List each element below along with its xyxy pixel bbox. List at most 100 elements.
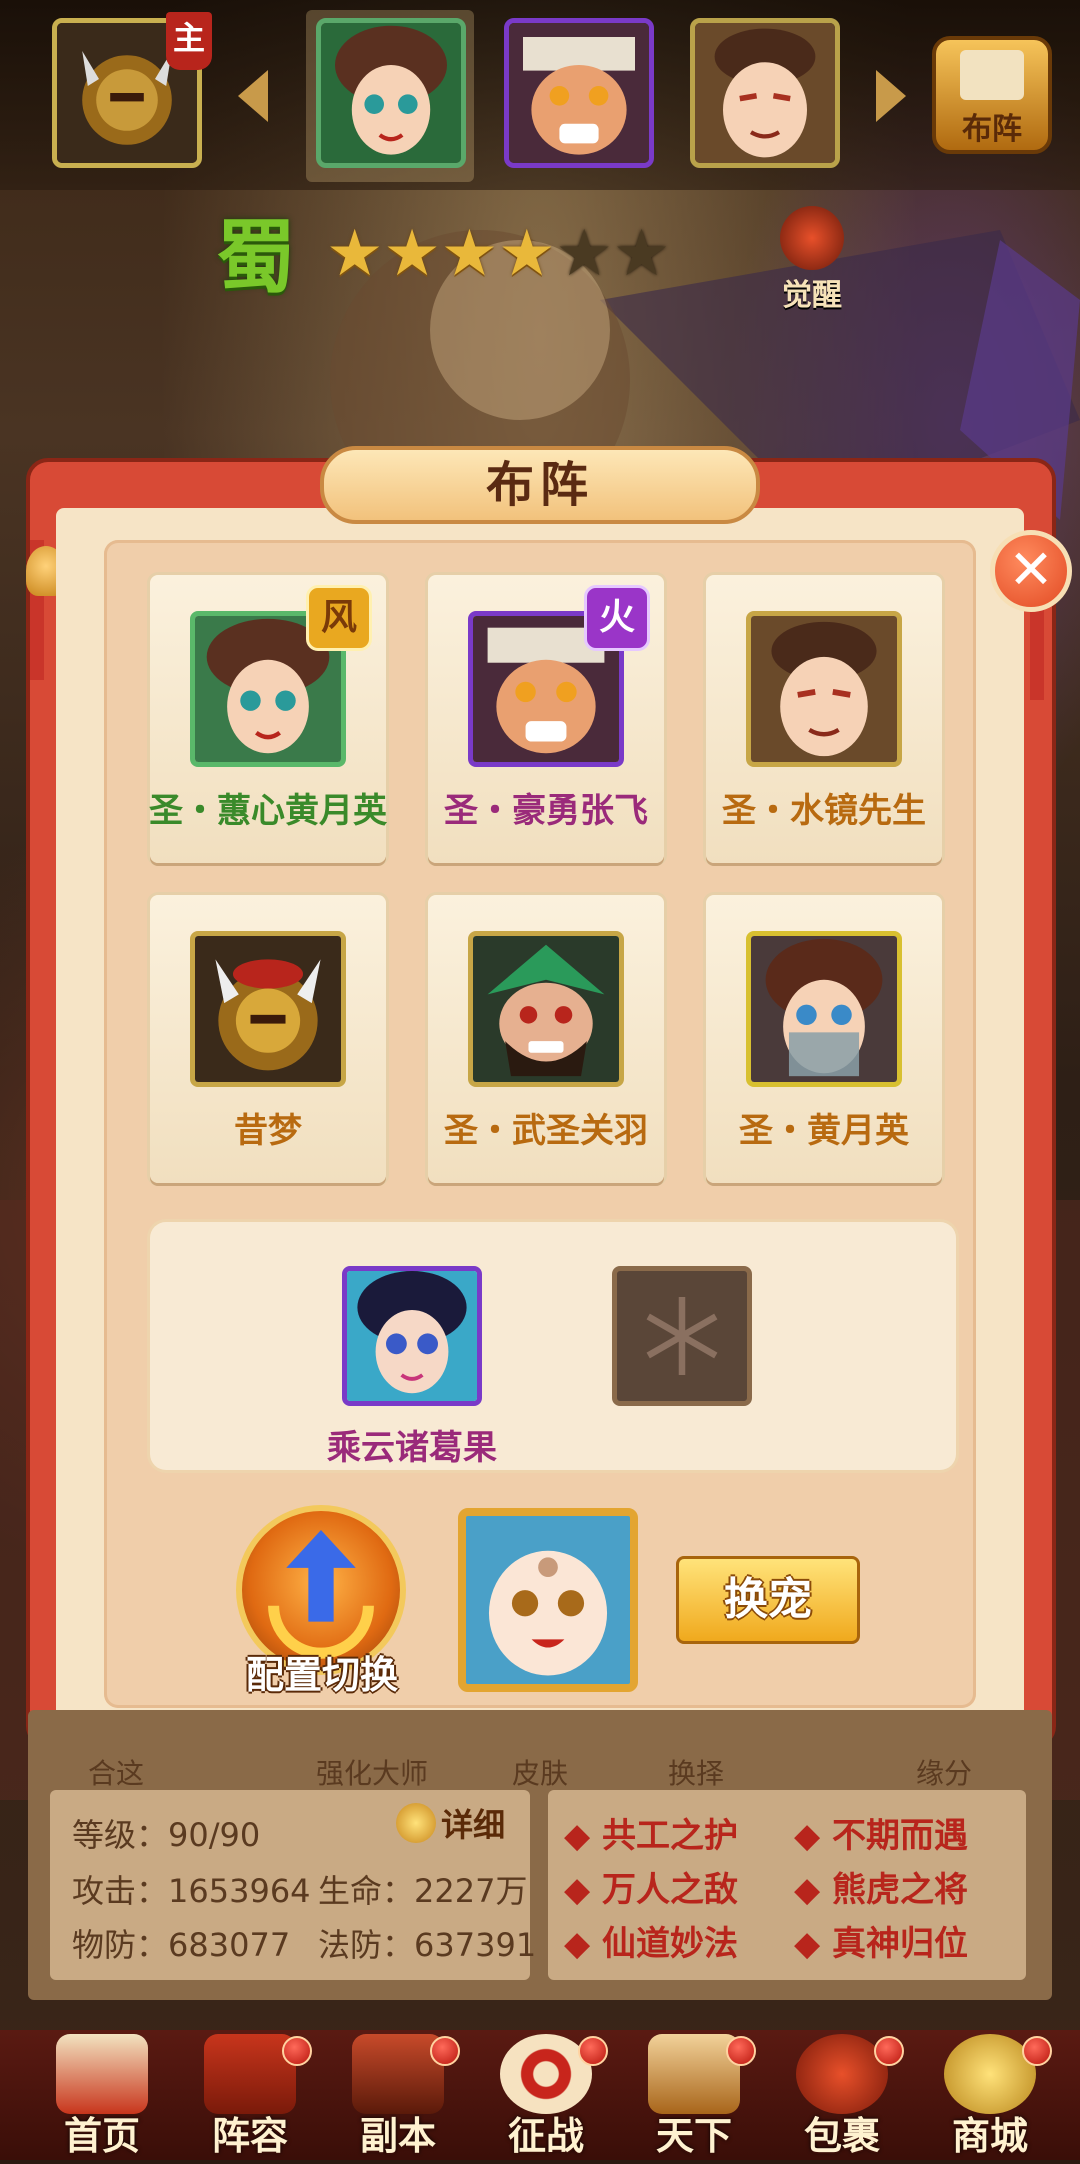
tab-strengthen-master[interactable]: 强化大师 (316, 1752, 428, 1792)
hp-value: 2227万 (414, 1872, 528, 1910)
star-icon: ★ (555, 217, 613, 291)
pet-slot[interactable] (458, 1508, 638, 1692)
close-button[interactable]: ✕ (990, 530, 1072, 612)
element-badge-wind: 风 (306, 585, 372, 651)
hero-portrait (321, 23, 461, 163)
hero-name: 圣・蕙心黄月英 (149, 791, 387, 831)
star-icon: ★ (612, 217, 671, 291)
star-icon: ★ (498, 217, 556, 291)
notification-dot (282, 2036, 312, 2066)
tab-fate[interactable]: 缘分 (916, 1752, 972, 1792)
skill-name: 共工之护 (601, 1816, 738, 1856)
hero-name: 圣・黄月英 (739, 1111, 909, 1151)
nav-label: 商城 (951, 2114, 1028, 2158)
skill-item[interactable]: ◆ 仙道妙法 (564, 1916, 738, 1965)
formation-card-6[interactable]: 圣・黄月英 (706, 895, 942, 1183)
skill-name: 不期而遇 (831, 1816, 968, 1856)
hero-portrait (695, 23, 835, 163)
formation-card-3[interactable]: 圣・水镜先生 (706, 575, 942, 863)
magnifier-icon (396, 1803, 436, 1843)
next-hero-arrow[interactable] (876, 70, 906, 122)
notification-dot (726, 2036, 756, 2066)
level-label: 等级： (72, 1816, 169, 1854)
skill-item[interactable]: ◆ 熊虎之将 (794, 1862, 968, 1911)
nav-battle[interactable]: 征战 (472, 2030, 620, 2160)
star-icon: ★ (383, 217, 441, 291)
empty-support-slot[interactable] (612, 1266, 752, 1406)
nav-dungeon[interactable]: 副本 (324, 2030, 472, 2160)
faction-label: 蜀 (216, 211, 296, 304)
card-portrait (746, 931, 902, 1087)
support-hero-slot[interactable] (342, 1266, 482, 1406)
hero-portrait (751, 936, 897, 1082)
nav-shop[interactable]: 商城 (916, 2030, 1064, 2160)
close-icon: ✕ (1008, 538, 1054, 601)
card-portrait (746, 611, 902, 767)
hero-name: 圣・豪勇张飞 (444, 791, 648, 831)
tab-partial[interactable]: 合这 (88, 1752, 144, 1792)
tab-select[interactable]: 换择 (668, 1752, 724, 1792)
hero-thumb-zhang-fei[interactable] (504, 18, 654, 168)
hero-portrait (195, 936, 341, 1082)
nav-label: 征战 (507, 2114, 584, 2158)
prev-hero-arrow[interactable] (238, 70, 268, 122)
nav-lineup[interactable]: 阵容 (176, 2030, 324, 2160)
formation-button[interactable]: 布阵 (932, 36, 1052, 154)
formation-card-4[interactable]: 昔梦 (150, 895, 386, 1183)
formation-card-5[interactable]: 圣・武圣关羽 (428, 895, 664, 1183)
hero-portrait (347, 1271, 477, 1401)
hero-thumb-huang-yueying[interactable] (316, 18, 466, 168)
nav-label: 包裹 (803, 2114, 880, 2158)
hero-name: 昔梦 (234, 1111, 302, 1151)
skill-name: 真神归位 (831, 1924, 968, 1964)
mdef-stat: 法防：637391 (318, 1920, 536, 1966)
skill-item[interactable]: ◆ 万人之敌 (564, 1862, 738, 1911)
formation-card-1[interactable]: 风 圣・蕙心黄月英 (149, 575, 387, 863)
nav-bag[interactable]: 包裹 (768, 2030, 916, 2160)
card-portrait (468, 931, 624, 1087)
nav-label: 副本 (359, 2114, 436, 2158)
formation-label: 布阵 (962, 112, 1022, 147)
element-badge-fire: 火 (584, 585, 650, 651)
home-icon (56, 2034, 148, 2114)
hero-portrait (473, 936, 619, 1082)
pdef-label: 物防： (72, 1926, 169, 1964)
star-icon: ★ (326, 217, 384, 291)
skill-name: 仙道妙法 (601, 1924, 738, 1964)
card-portrait (190, 931, 346, 1087)
nav-label: 首页 (63, 2114, 140, 2158)
skill-item[interactable]: ◆ 共工之护 (564, 1808, 738, 1857)
awaken-label: 觉醒 (782, 278, 842, 313)
star-rating: ★★★★★★ (326, 222, 670, 286)
dialog-title-banner: 布阵 (320, 446, 760, 524)
attack-stat: 攻击：1653964 (72, 1866, 311, 1912)
nav-label: 阵容 (211, 2114, 288, 2158)
hero-name: 圣・武圣关羽 (444, 1111, 648, 1151)
detail-label: 详细 (441, 1806, 506, 1844)
hero-thumb-shui-jing[interactable] (690, 18, 840, 168)
nav-world[interactable]: 天下 (620, 2030, 768, 2160)
notification-dot (1022, 2036, 1052, 2066)
support-hero-name: 乘云诸葛果 (327, 1428, 497, 1468)
attack-label: 攻击： (72, 1872, 169, 1910)
awaken-button[interactable]: 觉醒 (762, 206, 862, 314)
awaken-icon (780, 206, 844, 270)
detail-button[interactable]: 详细 (396, 1800, 520, 1850)
skill-item[interactable]: ◆ 真神归位 (794, 1916, 968, 1965)
config-switch-label: 配置切换 (245, 1653, 398, 1697)
level-value: 90/90 (168, 1816, 261, 1854)
pdef-value: 683077 (168, 1926, 291, 1964)
mdef-label: 法防： (318, 1926, 415, 1964)
skill-item[interactable]: ◆ 不期而遇 (794, 1808, 968, 1857)
mdef-value: 637391 (414, 1926, 537, 1964)
pdef-stat: 物防：683077 (72, 1920, 290, 1966)
tab-skin[interactable]: 皮肤 (512, 1752, 568, 1792)
nav-home[interactable]: 首页 (28, 2030, 176, 2160)
hero-portrait (509, 23, 649, 163)
formation-board-icon (960, 50, 1024, 100)
swap-pet-button[interactable]: 换宠 (676, 1556, 860, 1644)
notification-dot (430, 2036, 460, 2066)
attack-value: 1653964 (168, 1872, 311, 1910)
formation-card-2[interactable]: 火 圣・豪勇张飞 (428, 575, 664, 863)
lord-badge: 主 (166, 12, 212, 70)
